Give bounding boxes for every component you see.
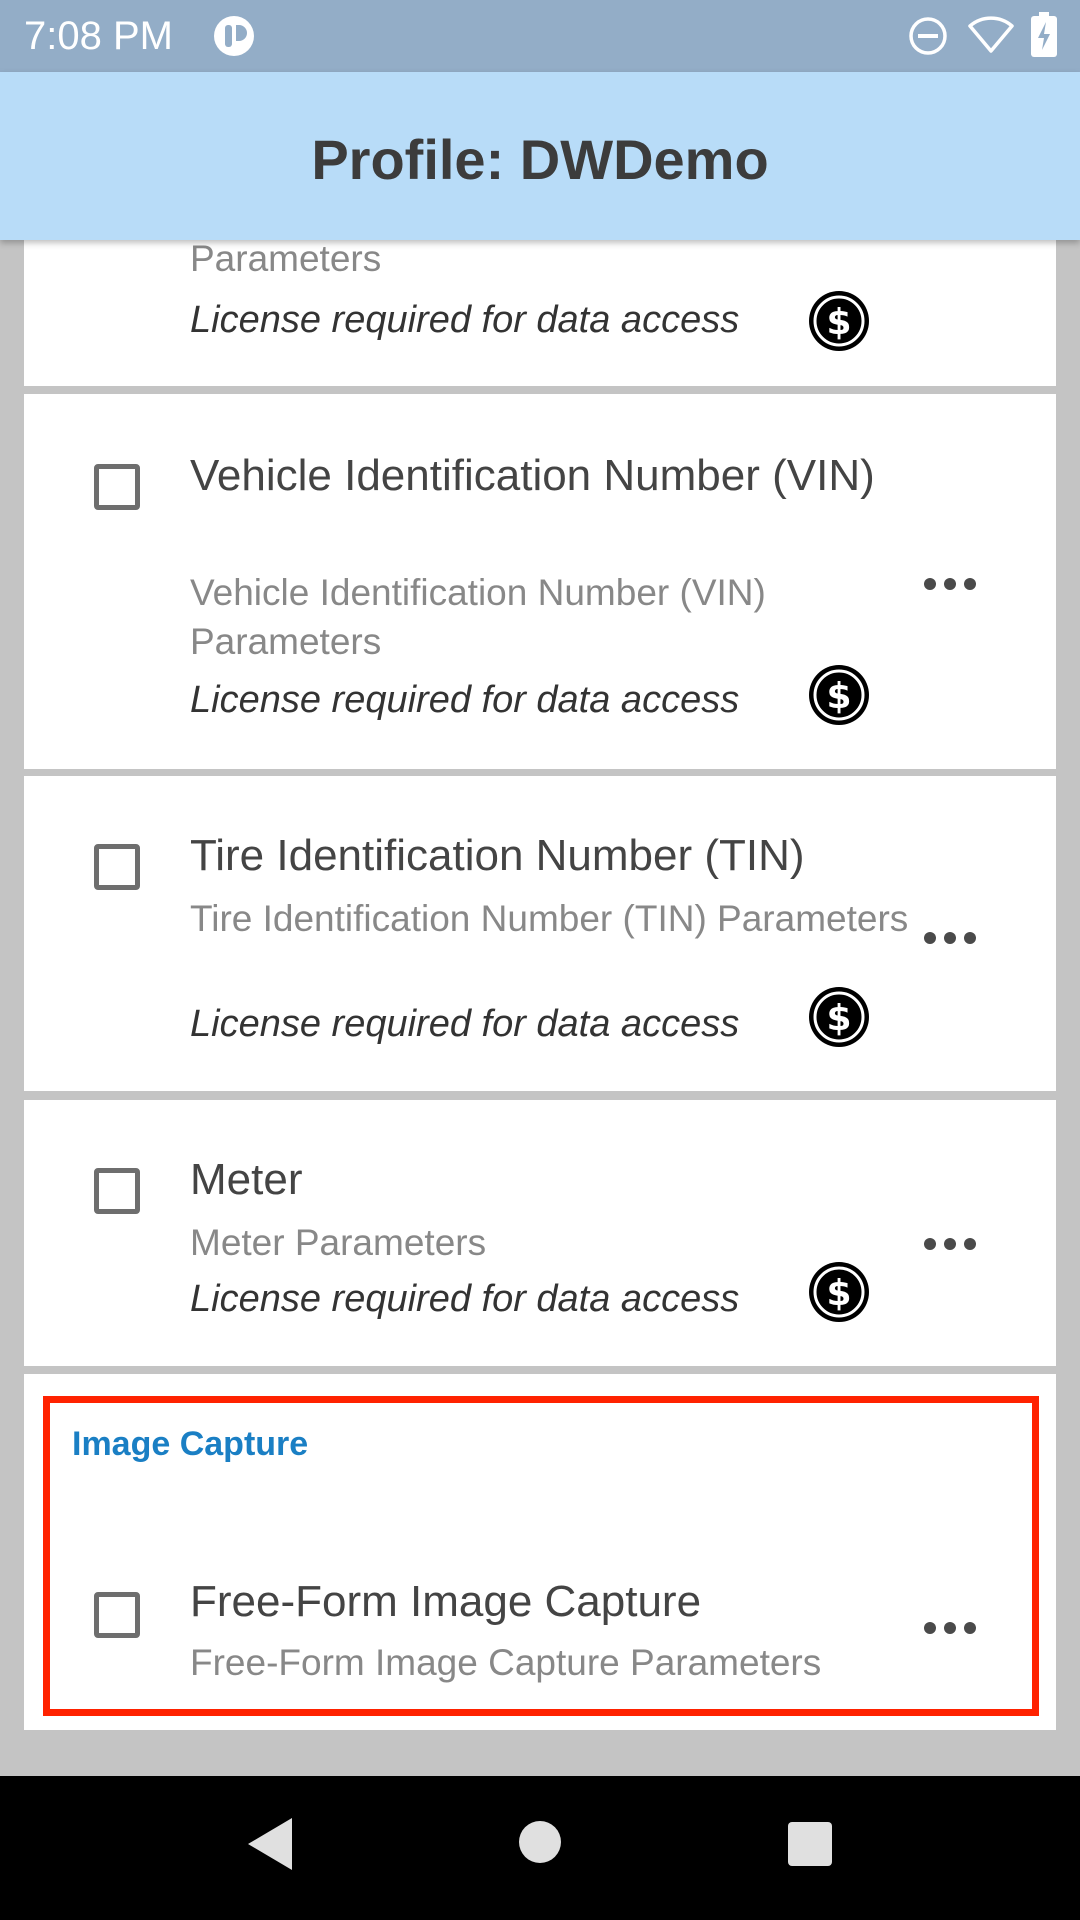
list-item-vin[interactable]: Vehicle Identification Number (VIN) Vehi… — [24, 394, 1056, 769]
status-bar: 7:08 PM — [0, 0, 1080, 72]
highlight-box — [43, 1396, 1039, 1716]
item-subtitle: Vehicle Identification Number (VIN) Para… — [190, 572, 766, 662]
dollar-icon: $ — [809, 291, 869, 351]
meter-checkbox[interactable] — [94, 1168, 140, 1214]
svg-text:$: $ — [826, 302, 851, 343]
license-note: License required for data access — [190, 679, 740, 721]
list-item-meter[interactable]: Meter Meter Parameters License required … — [24, 1100, 1056, 1366]
do-not-disturb-icon — [909, 17, 947, 55]
svg-text:$: $ — [826, 1273, 851, 1314]
more-options-icon[interactable] — [922, 1236, 978, 1252]
item-subtitle: Parameters — [190, 240, 382, 279]
dollar-icon: $ — [809, 665, 869, 725]
list-item-tin[interactable]: Tire Identification Number (TIN) Tire Id… — [24, 776, 1056, 1091]
license-note: License required for data access — [190, 299, 740, 341]
list-item-partial[interactable]: Parameters License required for data acc… — [24, 240, 1056, 386]
item-title: Tire Identification Number (TIN) — [190, 831, 805, 880]
home-icon[interactable] — [518, 1820, 562, 1864]
dollar-icon: $ — [809, 1262, 869, 1322]
tin-checkbox[interactable] — [94, 844, 140, 890]
more-options-icon[interactable] — [922, 576, 978, 592]
status-time: 7:08 PM — [24, 14, 173, 58]
wifi-icon — [968, 16, 1014, 53]
svg-text:$: $ — [826, 998, 851, 1039]
dollar-icon: $ — [809, 987, 869, 1047]
item-title: Vehicle Identification Number (VIN) — [190, 451, 875, 500]
notification-app-icon — [214, 16, 254, 56]
item-subtitle: Meter Parameters — [190, 1222, 487, 1263]
app-bar: Profile: DWDemo — [0, 72, 1080, 240]
page-title: Profile: DWDemo — [311, 128, 769, 191]
license-note: License required for data access — [190, 1278, 740, 1320]
battery-charging-icon — [1031, 12, 1057, 57]
item-subtitle: Tire Identification Number (TIN) Paramet… — [190, 898, 909, 939]
item-title: Meter — [190, 1155, 303, 1204]
recents-icon[interactable] — [786, 1820, 834, 1868]
navigation-bar — [0, 1776, 1080, 1920]
back-icon[interactable] — [244, 1816, 294, 1872]
vin-checkbox[interactable] — [94, 464, 140, 510]
license-note: License required for data access — [190, 1003, 740, 1045]
svg-text:$: $ — [826, 676, 851, 717]
more-options-icon[interactable] — [922, 930, 978, 946]
